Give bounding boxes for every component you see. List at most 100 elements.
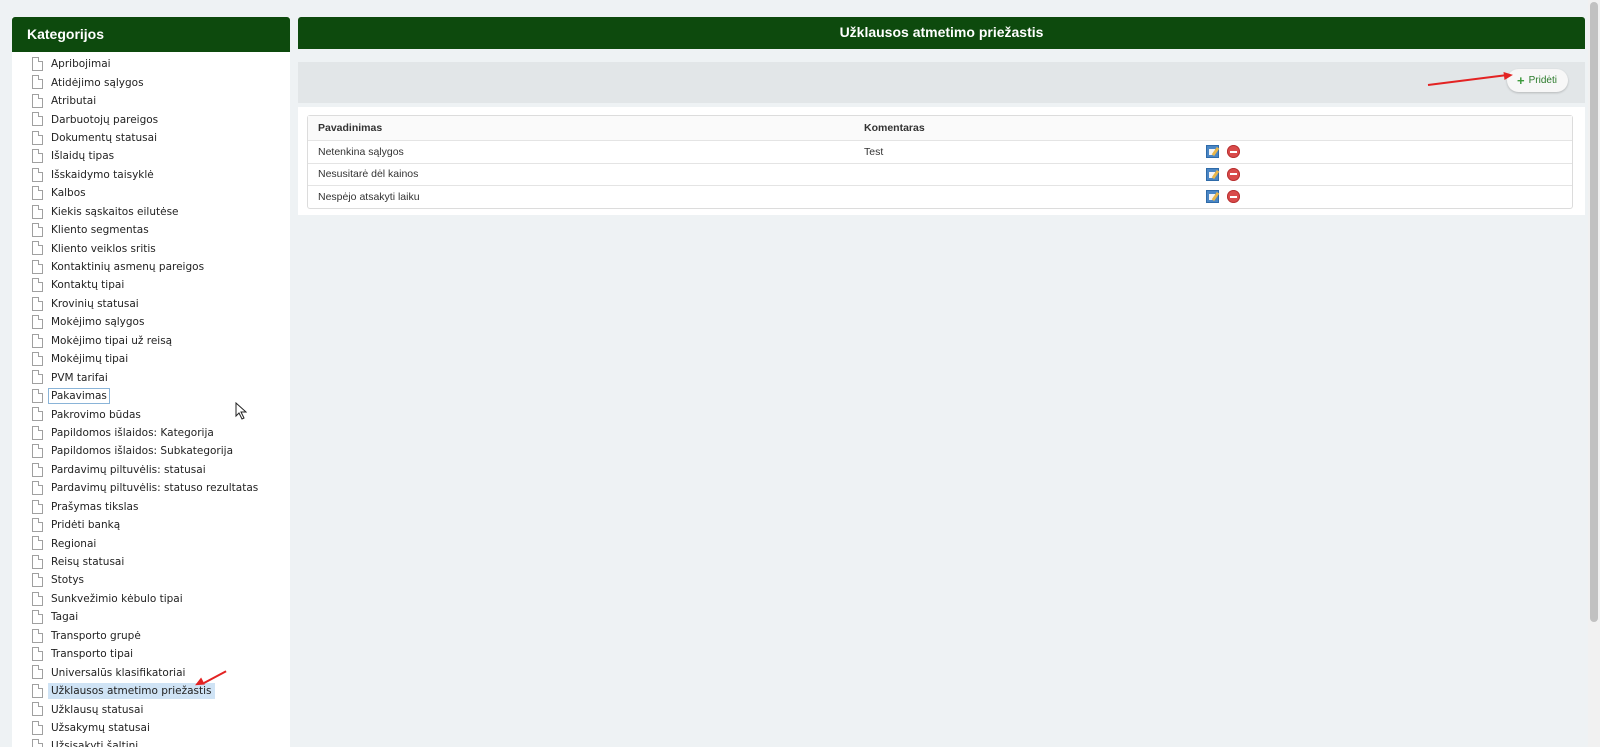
tree-item-label[interactable]: Prašymas tikslas xyxy=(48,499,141,515)
tree-item[interactable]: Krovinių statusai xyxy=(12,295,290,313)
tree-item[interactable]: Kontaktinių asmenų pareigos xyxy=(12,258,290,276)
document-icon xyxy=(32,462,43,477)
tree-item-label[interactable]: Pakavimas xyxy=(48,388,110,405)
tree-item-label[interactable]: Mokėjimo tipai už reisą xyxy=(48,333,175,349)
table-row[interactable]: Netenkina sąlygos Test xyxy=(308,140,1572,163)
tree-item[interactable]: Užsakymų statusai xyxy=(12,719,290,737)
tree-item-label[interactable]: Krovinių statusai xyxy=(48,296,142,312)
tree-item[interactable]: Atidėjimo sąlygos xyxy=(12,73,290,91)
scrollbar-thumb[interactable] xyxy=(1590,2,1598,622)
tree-item[interactable]: Regionai xyxy=(12,534,290,552)
tree-item[interactable]: Išskaidymo taisyklė xyxy=(12,166,290,184)
tree-item-label[interactable]: Mokėjimo sąlygos xyxy=(48,314,147,330)
table-row[interactable]: Nesusitarė dėl kainos xyxy=(308,162,1572,186)
tree-item-label[interactable]: Kontaktų tipai xyxy=(48,277,127,293)
tree-item-label[interactable]: Pakrovimo būdas xyxy=(48,407,144,423)
tree-item[interactable]: Pridėti banką xyxy=(12,516,290,534)
document-icon xyxy=(32,315,43,330)
add-button[interactable]: + Pridėti xyxy=(1507,69,1568,92)
tree-item-label[interactable]: Reisų statusai xyxy=(48,554,127,570)
content-panel: Pavadinimas Komentaras Netenkina sąlygos… xyxy=(298,107,1585,215)
tree-item-label[interactable]: Užklausos atmetimo priežastis xyxy=(48,683,215,700)
tree-item[interactable]: Darbuotojų pareigos xyxy=(12,110,290,128)
delete-icon[interactable] xyxy=(1227,190,1240,204)
tree-item-label[interactable]: Papildomos išlaidos: Kategorija xyxy=(48,425,217,441)
tree-item-label[interactable]: Kliento veiklos sritis xyxy=(48,241,159,257)
tree-item[interactable]: PVM tarifai xyxy=(12,368,290,386)
document-icon xyxy=(32,57,43,71)
tree-item-label[interactable]: Pridėti banką xyxy=(48,517,123,533)
tree-item-label[interactable]: Kiekis sąskaitos eilutėse xyxy=(48,204,182,220)
tree-item[interactable]: Užklausos atmetimo priežastis xyxy=(12,682,290,700)
tree-item[interactable]: Pardavimų piltuvėlis: statuso rezultatas xyxy=(12,479,290,497)
tree-item[interactable]: Kliento segmentas xyxy=(12,221,290,239)
tree-item-label[interactable]: Kalbos xyxy=(48,185,89,201)
tree-item[interactable]: Pakrovimo būdas xyxy=(12,405,290,423)
tree-item-label[interactable]: Tagai xyxy=(48,609,81,625)
tree-item[interactable]: Universalūs klasifikatoriai xyxy=(12,663,290,681)
tree-item-label[interactable]: Užsakymų statusai xyxy=(48,720,153,736)
tree-item[interactable]: Apribojimai xyxy=(12,55,290,73)
tree-item[interactable]: Užsisakyti šaltini xyxy=(12,737,290,747)
table-row[interactable]: Nespėjo atsakyti laiku xyxy=(308,185,1572,208)
tree-item[interactable]: Transporto tipai xyxy=(12,645,290,663)
tree-item[interactable]: Papildomos išlaidos: Kategorija xyxy=(12,424,290,442)
edit-icon[interactable] xyxy=(1206,167,1219,181)
document-icon xyxy=(32,499,43,514)
tree-item[interactable]: Išlaidų tipas xyxy=(12,147,290,165)
tree-item[interactable]: Stotys xyxy=(12,571,290,589)
tree-item-label[interactable]: Mokėjimų tipai xyxy=(48,351,131,367)
column-header-comment[interactable]: Komentaras xyxy=(864,122,1206,134)
tree-item[interactable]: Mokėjimų tipai xyxy=(12,350,290,368)
tree-item[interactable]: Transporto grupė xyxy=(12,627,290,645)
delete-icon[interactable] xyxy=(1227,145,1240,159)
tree-item-label[interactable]: Pardavimų piltuvėlis: statuso rezultatas xyxy=(48,480,261,496)
tree-item[interactable]: Pakavimas xyxy=(12,387,290,405)
document-icon xyxy=(32,647,43,661)
tree-item[interactable]: Užklausų statusai xyxy=(12,700,290,718)
tree-item[interactable]: Pardavimų piltuvėlis: statusai xyxy=(12,461,290,479)
document-icon xyxy=(32,186,43,201)
tree-item-label[interactable]: Apribojimai xyxy=(48,56,114,72)
tree-item[interactable]: Papildomos išlaidos: Subkategorija xyxy=(12,442,290,460)
tree-item[interactable]: Mokėjimo sąlygos xyxy=(12,313,290,331)
tree-item[interactable]: Kiekis sąskaitos eilutėse xyxy=(12,203,290,221)
tree-item-label[interactable]: Stotys xyxy=(48,572,87,588)
tree-item[interactable]: Tagai xyxy=(12,608,290,626)
tree-item-label[interactable]: Pardavimų piltuvėlis: statusai xyxy=(48,462,209,478)
tree-item[interactable]: Kliento veiklos sritis xyxy=(12,239,290,257)
delete-icon[interactable] xyxy=(1227,167,1240,181)
tree-item-label[interactable]: Regionai xyxy=(48,536,99,552)
column-header-name[interactable]: Pavadinimas xyxy=(308,122,864,134)
tree-item-label[interactable]: Atidėjimo sąlygos xyxy=(48,75,147,91)
tree-item-label[interactable]: Užklausų statusai xyxy=(48,702,146,718)
tree-item-label[interactable]: Išlaidų tipas xyxy=(48,148,117,164)
tree-item-label[interactable]: Universalūs klasifikatoriai xyxy=(48,665,188,681)
tree-item[interactable]: Prašymas tikslas xyxy=(12,498,290,516)
tree-item-label[interactable]: PVM tarifai xyxy=(48,370,111,386)
tree-item-label[interactable]: Darbuotojų pareigos xyxy=(48,112,161,128)
document-icon xyxy=(32,333,43,348)
tree-item[interactable]: Sunkvežimio kėbulo tipai xyxy=(12,590,290,608)
tree-item-label[interactable]: Sunkvežimio kėbulo tipai xyxy=(48,591,186,607)
tree-item[interactable]: Dokumentų statusai xyxy=(12,129,290,147)
mouse-cursor-icon xyxy=(235,402,247,420)
data-table: Pavadinimas Komentaras Netenkina sąlygos… xyxy=(307,115,1573,209)
tree-item[interactable]: Kontaktų tipai xyxy=(12,276,290,294)
tree-item[interactable]: Mokėjimo tipai už reisą xyxy=(12,332,290,350)
tree-item-label[interactable]: Papildomos išlaidos: Subkategorija xyxy=(48,443,236,459)
tree-item-label[interactable]: Kontaktinių asmenų pareigos xyxy=(48,259,207,275)
page-scrollbar[interactable] xyxy=(1588,0,1600,747)
tree-item-label[interactable]: Išskaidymo taisyklė xyxy=(48,167,157,183)
tree-item[interactable]: Atributai xyxy=(12,92,290,110)
tree-item-label[interactable]: Atributai xyxy=(48,93,99,109)
tree-item-label[interactable]: Kliento segmentas xyxy=(48,222,152,238)
tree-item[interactable]: Reisų statusai xyxy=(12,553,290,571)
tree-item-label[interactable]: Transporto grupė xyxy=(48,628,144,644)
tree-item-label[interactable]: Dokumentų statusai xyxy=(48,130,160,146)
edit-icon[interactable] xyxy=(1206,145,1219,159)
tree-item[interactable]: Kalbos xyxy=(12,184,290,202)
tree-item-label[interactable]: Užsisakyti šaltini xyxy=(48,738,141,747)
edit-icon[interactable] xyxy=(1206,190,1219,204)
tree-item-label[interactable]: Transporto tipai xyxy=(48,646,136,662)
